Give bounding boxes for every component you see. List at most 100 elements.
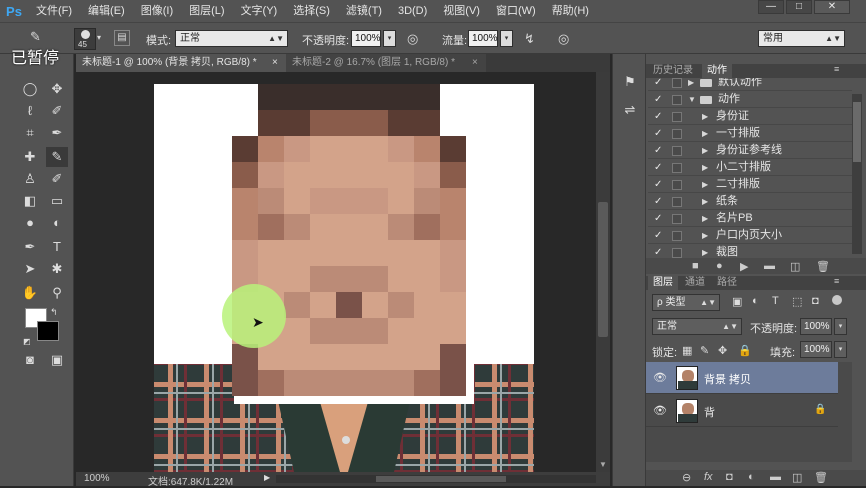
quick-select-tool-icon[interactable]: ✐ [46, 101, 68, 121]
blur-tool-icon[interactable]: ● [19, 213, 41, 233]
doc-tab-active[interactable]: 未标题-1 @ 100% (背景 拷贝, RGB/8) * × [76, 54, 286, 72]
dialog-toggle-icon[interactable] [672, 78, 682, 88]
tab-paths[interactable]: 路径 [712, 276, 742, 290]
gradient-tool-icon[interactable]: ▭ [46, 191, 68, 211]
new-layer-icon[interactable]: ◫ [792, 471, 802, 484]
expand-right-icon[interactable]: ▶ [702, 227, 708, 244]
group-folder-icon[interactable]: ▬ [770, 471, 781, 483]
fill-input[interactable]: 100% [800, 341, 832, 358]
expand-right-icon[interactable]: ▶ [702, 125, 708, 142]
layer-row[interactable]: 👁 背 🔒 [646, 395, 838, 427]
type-tool-icon[interactable]: T [46, 237, 68, 257]
filter-shape-icon[interactable]: ⬚ [792, 295, 802, 308]
pressure-size-icon[interactable]: ◎ [558, 31, 569, 47]
new-action-icon[interactable]: ◫ [790, 260, 800, 273]
brush-size-picker[interactable]: 45 [74, 28, 96, 50]
panel-menu-icon[interactable]: ≡ [834, 276, 839, 286]
actions-scroll-thumb[interactable] [853, 102, 861, 162]
visibility-eye-icon[interactable]: 👁 [653, 371, 667, 384]
crop-tool-icon[interactable]: ⌗ [19, 123, 41, 143]
menu-3d[interactable]: 3D(D) [390, 0, 435, 22]
action-row[interactable]: ✓ ▶ 小二寸排版 [648, 159, 852, 176]
actions-scrollbar[interactable] [852, 94, 862, 254]
toggle-check-icon[interactable]: ✓ [654, 176, 666, 193]
action-row[interactable]: ✓ ▶ 户口内页大小 [648, 227, 852, 244]
fx-icon[interactable]: fx [704, 471, 713, 483]
action-row[interactable]: ✓ ▶ 裁图 [648, 244, 852, 258]
close-button[interactable]: ✕ [814, 0, 850, 14]
opacity-dropdown-icon[interactable]: ▾ [383, 30, 396, 47]
brush-preset-icon[interactable]: ✎ [30, 29, 41, 45]
doc-tab-inactive[interactable]: 未标题-2 @ 16.7% (图层 1, RGB/8) * × [286, 54, 486, 72]
dialog-toggle-icon[interactable] [672, 95, 682, 105]
dialog-toggle-icon[interactable] [672, 112, 682, 122]
canvas-area[interactable]: ➤ [76, 72, 596, 472]
delete-layer-icon[interactable]: 🗑 [814, 471, 828, 484]
dialog-toggle-icon[interactable] [672, 129, 682, 139]
menu-select[interactable]: 选择(S) [285, 0, 338, 22]
dialog-toggle-icon[interactable] [672, 146, 682, 156]
tab-channels[interactable]: 通道 [680, 276, 710, 290]
action-row[interactable]: ✓ ▶ 身份证 [648, 108, 852, 125]
move-tool-icon[interactable]: ✥ [46, 79, 68, 99]
default-colors-icon[interactable]: ◩ [23, 337, 31, 346]
toggle-check-icon[interactable]: ✓ [654, 227, 666, 244]
pressure-opacity-icon[interactable]: ◎ [407, 31, 418, 47]
toggle-check-icon[interactable]: ✓ [654, 108, 666, 125]
lasso-tool-icon[interactable]: ℓ [19, 101, 41, 121]
toggle-check-icon[interactable]: ✓ [654, 91, 666, 108]
expand-right-icon[interactable]: ▶ [688, 78, 694, 91]
dialog-toggle-icon[interactable] [672, 231, 682, 241]
lock-all-icon[interactable]: 🔒 [738, 344, 752, 357]
brush-panel-toggle-icon[interactable]: ▤ [114, 30, 130, 46]
record-icon[interactable]: ● [716, 260, 723, 272]
document-canvas[interactable]: ➤ [154, 84, 534, 472]
dodge-tool-icon[interactable]: ◐ [46, 213, 68, 233]
blend-mode-select[interactable]: 正常 ▲▼ [652, 318, 742, 335]
layer-name[interactable]: 背 [704, 404, 715, 420]
tab-layers[interactable]: 图层 [648, 276, 678, 290]
toggle-check-icon[interactable]: ✓ [654, 142, 666, 159]
dialog-toggle-icon[interactable] [672, 248, 682, 258]
background-color-swatch[interactable] [37, 321, 59, 341]
new-set-folder-icon[interactable]: ▬ [764, 260, 775, 272]
menu-type[interactable]: 文字(Y) [233, 0, 286, 22]
menu-filter[interactable]: 滤镜(T) [338, 0, 390, 22]
brush-tool-icon[interactable]: ✎ [46, 147, 68, 167]
toggle-check-icon[interactable]: ✓ [654, 159, 666, 176]
history-panel-icon[interactable]: ⚑ [619, 72, 641, 92]
layer-name[interactable]: 背景 拷贝 [704, 371, 751, 387]
horizontal-scrollbar[interactable] [276, 475, 596, 483]
toggle-check-icon[interactable]: ✓ [654, 193, 666, 210]
mode-select[interactable]: 正常 ▲▼ [175, 30, 288, 47]
expand-right-icon[interactable]: ▶ [702, 142, 708, 159]
close-tab-icon[interactable]: × [472, 54, 478, 72]
workspace-select[interactable]: 常用 ▲▼ [758, 30, 845, 47]
link-layers-icon[interactable]: ⊖ [682, 471, 691, 484]
stop-icon[interactable]: ■ [692, 260, 699, 272]
toggle-check-icon[interactable]: ✓ [654, 244, 666, 258]
tab-actions[interactable]: 动作 [702, 64, 732, 78]
lock-paint-icon[interactable]: ✎ [700, 344, 709, 357]
panel-menu-icon[interactable]: ≡ [834, 64, 839, 74]
quick-mask-icon[interactable]: ◙ [19, 350, 41, 370]
actions-panel-icon[interactable]: ⇌ [619, 100, 641, 120]
minimize-button[interactable]: — [758, 0, 784, 14]
expand-right-icon[interactable]: ▶ [702, 193, 708, 210]
layer-opacity-dropdown-icon[interactable]: ▾ [834, 318, 847, 335]
swap-colors-icon[interactable]: ↰ [50, 307, 58, 318]
adjustment-layer-icon[interactable]: ◐ [748, 471, 755, 483]
toggle-check-icon[interactable]: ✓ [654, 210, 666, 227]
history-brush-tool-icon[interactable]: ✐ [46, 169, 68, 189]
layer-filter-select[interactable]: ρ 类型 ▲▼ [652, 294, 720, 311]
brush-picker-arrow-icon[interactable]: ▾ [97, 33, 101, 42]
filter-type-icon[interactable]: T [772, 295, 779, 307]
expand-right-icon[interactable]: ▶ [702, 210, 708, 227]
expand-down-icon[interactable]: ▼ [688, 91, 696, 108]
action-row[interactable]: ✓ ▶ 身份证参考线 [648, 142, 852, 159]
scroll-down-icon[interactable]: ▼ [599, 460, 607, 469]
healing-brush-tool-icon[interactable]: ✚ [19, 147, 41, 167]
action-row[interactable]: ✓ ▶ 一寸排版 [648, 125, 852, 142]
screen-mode-icon[interactable]: ▣ [46, 350, 68, 370]
layer-row-selected[interactable]: 👁 背景 拷贝 [646, 362, 838, 394]
